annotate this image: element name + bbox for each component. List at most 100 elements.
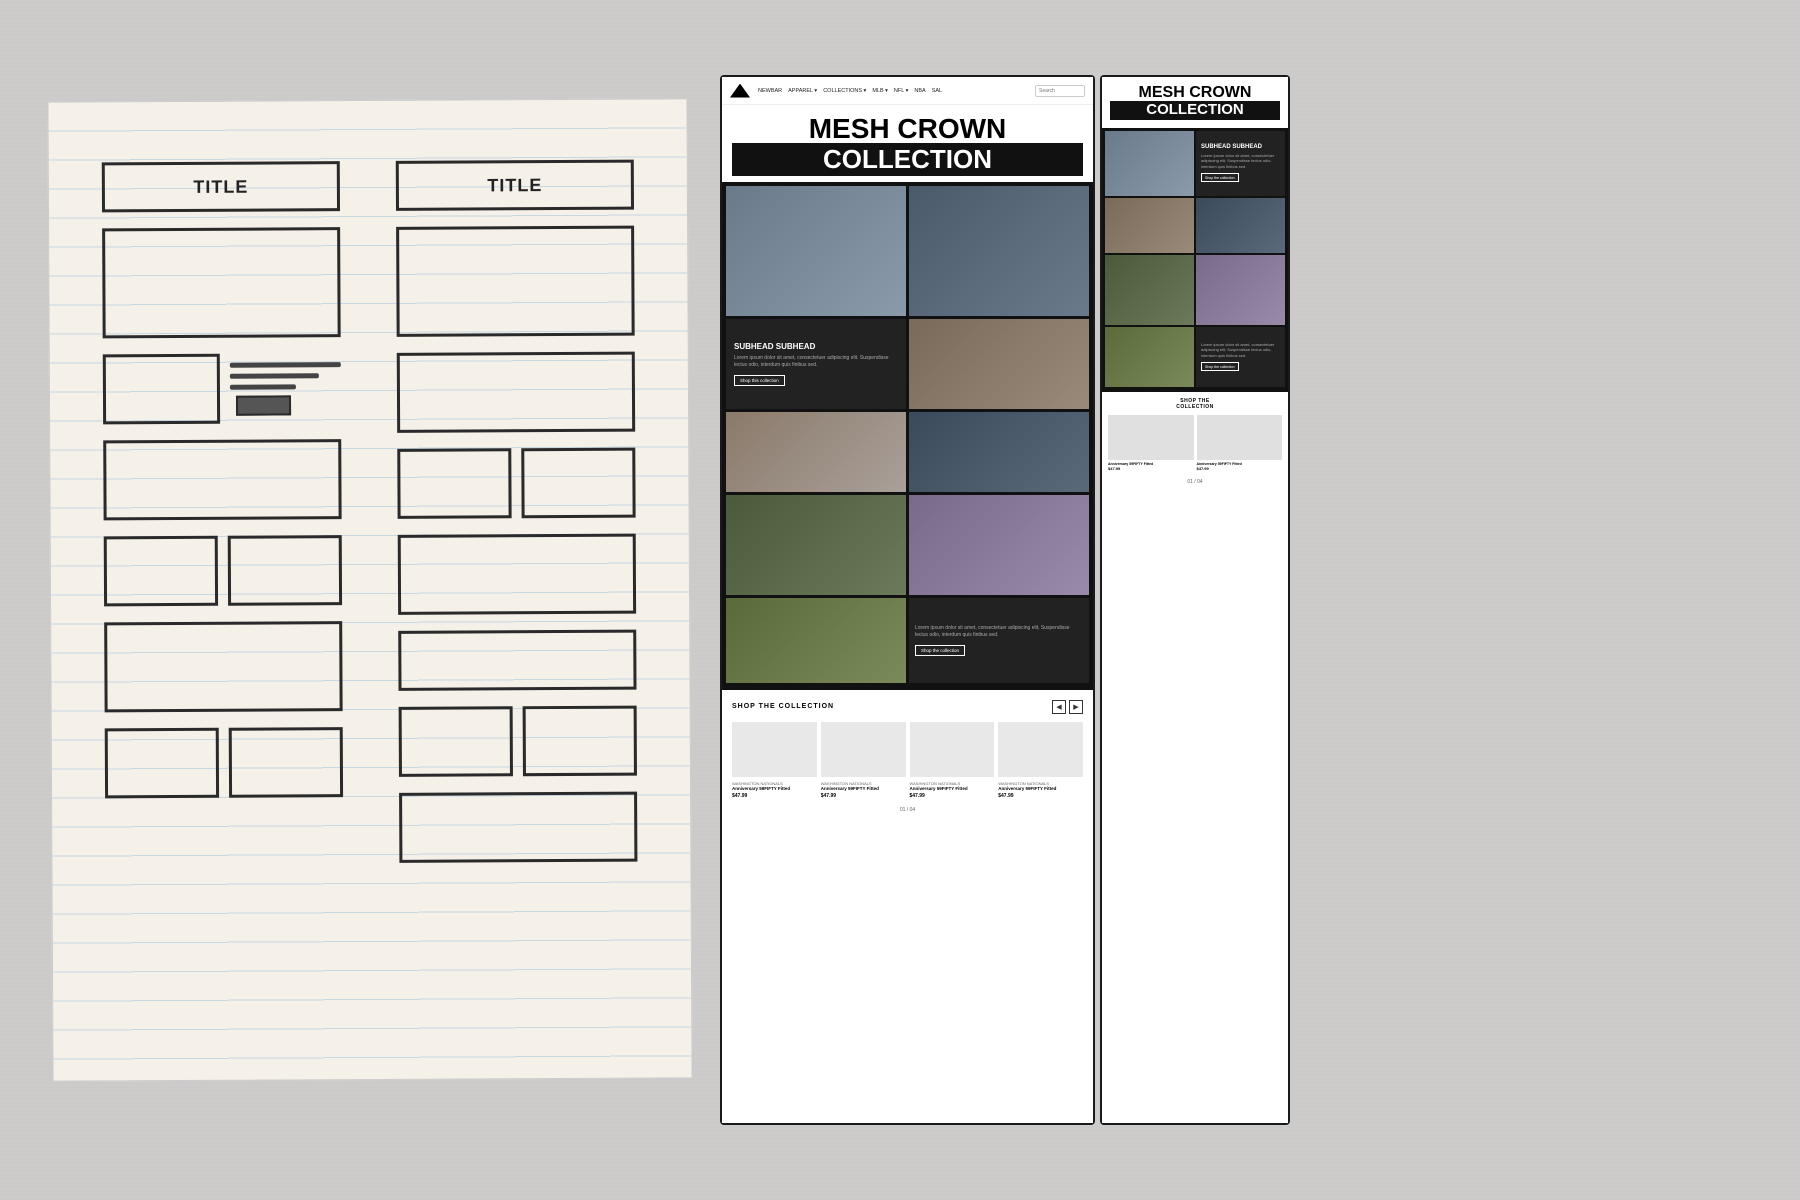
sketch-img-large-2b: [399, 792, 637, 863]
product-image-3: [910, 722, 995, 777]
phone-lower-feature: Lorem ipsum dolor sit amet, consectetuer…: [1105, 327, 1285, 387]
sketch-row-2: [104, 535, 342, 606]
pagination: 01 / 04: [732, 807, 1083, 813]
phone-cap-right: [1196, 198, 1285, 253]
desktop-mockup: OPTION 3 NEWBAR APPAREL ▾ COLLECTIONS ▾ …: [720, 75, 1095, 1125]
top-image-grid: [726, 186, 1089, 316]
nav-collections[interactable]: COLLECTIONS ▾: [823, 88, 866, 94]
sketch-title-1: TITLE: [102, 161, 340, 212]
phone-body: Lorem ipsum dolor sit amet, consectetuer…: [1201, 153, 1280, 170]
sketch-img-small-1d: [105, 728, 219, 799]
phone-shop-btn-2[interactable]: Shop the collection: [1201, 362, 1239, 371]
sketch-title-2: TITLE: [396, 160, 634, 211]
phone-text-block: SUBHEAD SUBHEAD Lorem ipsum dolor sit am…: [1196, 131, 1285, 196]
sketch-image-large-1: [102, 227, 340, 338]
phone-product-price-1: $47.99: [1108, 466, 1194, 471]
portrait-left: [726, 495, 906, 595]
prev-arrow[interactable]: ◀: [1052, 700, 1066, 714]
nav-items: NEWBAR APPAREL ▾ COLLECTIONS ▾ MLB ▾ NFL…: [758, 88, 942, 94]
shop-collection-button-2[interactable]: Shop the collection: [915, 645, 965, 656]
phone-portrait-grid: [1105, 255, 1285, 325]
sketch-row-3: [105, 727, 343, 798]
sketch-img-medium-2c: [398, 630, 636, 691]
hero-section: MESH CROWN COLLECTION: [722, 105, 1093, 182]
phone-shop-title: SHOP THECOLLECTION: [1108, 398, 1282, 410]
product-name-1: Anniversary 59FIFTY Fitted: [732, 786, 817, 792]
desktop-inner: NEWBAR APPAREL ▾ COLLECTIONS ▾ MLB ▾ NFL…: [722, 77, 1093, 1123]
sketch-row-2b: [399, 706, 637, 777]
sketch-img-small-2d: [523, 706, 637, 777]
products-grid: WASHINGTON NATIONALS Anniversary 59FIFTY…: [732, 722, 1083, 800]
phone-products-grid: Anniversary 59FIFTY Fitted $47.99 Annive…: [1108, 415, 1282, 472]
sketch-img-medium-1: [103, 439, 341, 520]
sketch-row-1: [103, 353, 341, 424]
sketch-line-1: [230, 362, 341, 368]
phone-product-2: Anniversary 59FIFTY Fitted $47.99: [1197, 415, 1283, 472]
pagination-text: 01 / 04: [900, 807, 915, 813]
sketch-title-text-1: TITLE: [193, 176, 248, 197]
sketch-title-text-2: TITLE: [487, 175, 542, 196]
feature-text-block: SUBHEAD SUBHEAD Lorem ipsum dolor sit am…: [726, 319, 906, 409]
lower-text-block: Lorem ipsum dolor sit amet, consectetuer…: [909, 598, 1089, 683]
caps-image: [909, 319, 1089, 409]
nav-search-input[interactable]: [1035, 85, 1085, 97]
phone-shop-section: SHOP THECOLLECTION Anniversary 59FIFTY F…: [1102, 392, 1288, 492]
product-card-2: WASHINGTON NATIONALS Anniversary 59FIFTY…: [821, 722, 906, 800]
phone-product-img-1: [1108, 415, 1194, 460]
feature-body: Lorem ipsum dolor sit amet, consectetuer…: [734, 355, 898, 369]
phone-portrait-right: [1196, 255, 1285, 325]
phone-content: SUBHEAD SUBHEAD Lorem ipsum dolor sit am…: [1102, 128, 1288, 392]
caps-grid: [726, 412, 1089, 492]
nav-mlb[interactable]: MLB ▾: [872, 88, 888, 94]
lower-feature-block: Lorem ipsum dolor sit amet, consectetuer…: [726, 598, 1089, 683]
caps-image-left: [726, 412, 906, 492]
product-name-2: Anniversary 59FIFTY Fitted: [821, 786, 906, 792]
sketch-img-large-1b: [104, 621, 342, 712]
phone-hero-title: MESH CROWN: [1110, 85, 1280, 101]
phone-product-img-2: [1197, 415, 1283, 460]
nav-nba[interactable]: NBA: [914, 88, 925, 94]
sketch-img-small-1b: [104, 536, 218, 607]
nav-sale[interactable]: SAL: [932, 88, 942, 94]
sketch-image-large-2: [396, 226, 634, 337]
product-image-4: [998, 722, 1083, 777]
phone-product-1: Anniversary 59FIFTY Fitted $47.99: [1108, 415, 1194, 472]
sketch-content: TITLE: [48, 99, 691, 1080]
portrait-section: [726, 495, 1089, 595]
product-card-1: WASHINGTON NATIONALS Anniversary 59FIFTY…: [732, 722, 817, 800]
phone-lower-image: [1105, 327, 1194, 387]
product-name-3: Anniversary 59FIFTY Fitted: [910, 786, 995, 792]
sketch-button-1: [236, 395, 291, 415]
product-price-1: $47.99: [732, 793, 817, 799]
nav-apparel[interactable]: APPAREL ▾: [788, 88, 817, 94]
sketch-img-medium-2a: [397, 352, 635, 433]
lower-body: Lorem ipsum dolor sit amet, consectetuer…: [915, 625, 1083, 639]
product-price-4: $47.99: [998, 793, 1083, 799]
nav-newbar[interactable]: NEWBAR: [758, 88, 782, 94]
feature-subhead: SUBHEAD SUBHEAD: [734, 342, 898, 351]
product-image-1: [732, 722, 817, 777]
woman-image: [726, 186, 906, 316]
feature-block: SUBHEAD SUBHEAD Lorem ipsum dolor sit am…: [726, 319, 1089, 409]
phone-hero-subtitle: COLLECTION: [1110, 101, 1280, 120]
nav-nfl[interactable]: NFL ▾: [894, 88, 908, 94]
phone-shop-btn-1[interactable]: Shop the collection: [1201, 173, 1239, 182]
phone-lower-text: Lorem ipsum dolor sit amet, consectetuer…: [1196, 327, 1285, 387]
hero-subtitle: COLLECTION: [732, 143, 1083, 176]
brand-logo: [730, 84, 750, 98]
sketch-img-small-2a: [397, 448, 511, 519]
man-image: [909, 186, 1089, 316]
portrait-right: [909, 495, 1089, 595]
sketch-img-small-2c: [399, 706, 513, 777]
shop-collection-button-1[interactable]: Shop this collection: [734, 375, 785, 386]
lower-image: [726, 598, 906, 683]
product-image-2: [821, 722, 906, 777]
shop-section: SHOP THE COLLECTION ◀ ▶ WASHINGTON NATIO…: [722, 690, 1093, 824]
next-arrow[interactable]: ▶: [1069, 700, 1083, 714]
shop-arrows: ◀ ▶: [1052, 700, 1083, 714]
caps-image-right: [909, 412, 1089, 492]
product-card-3: WASHINGTON NATIONALS Anniversary 59FIFTY…: [910, 722, 995, 800]
sketch-img-small-2b: [521, 448, 635, 519]
sketch-img-small-1c: [228, 535, 342, 606]
phone-mockup: OPTION 3 iPhone 14 Pro - 2 MESH CROWN CO…: [1100, 75, 1290, 1125]
